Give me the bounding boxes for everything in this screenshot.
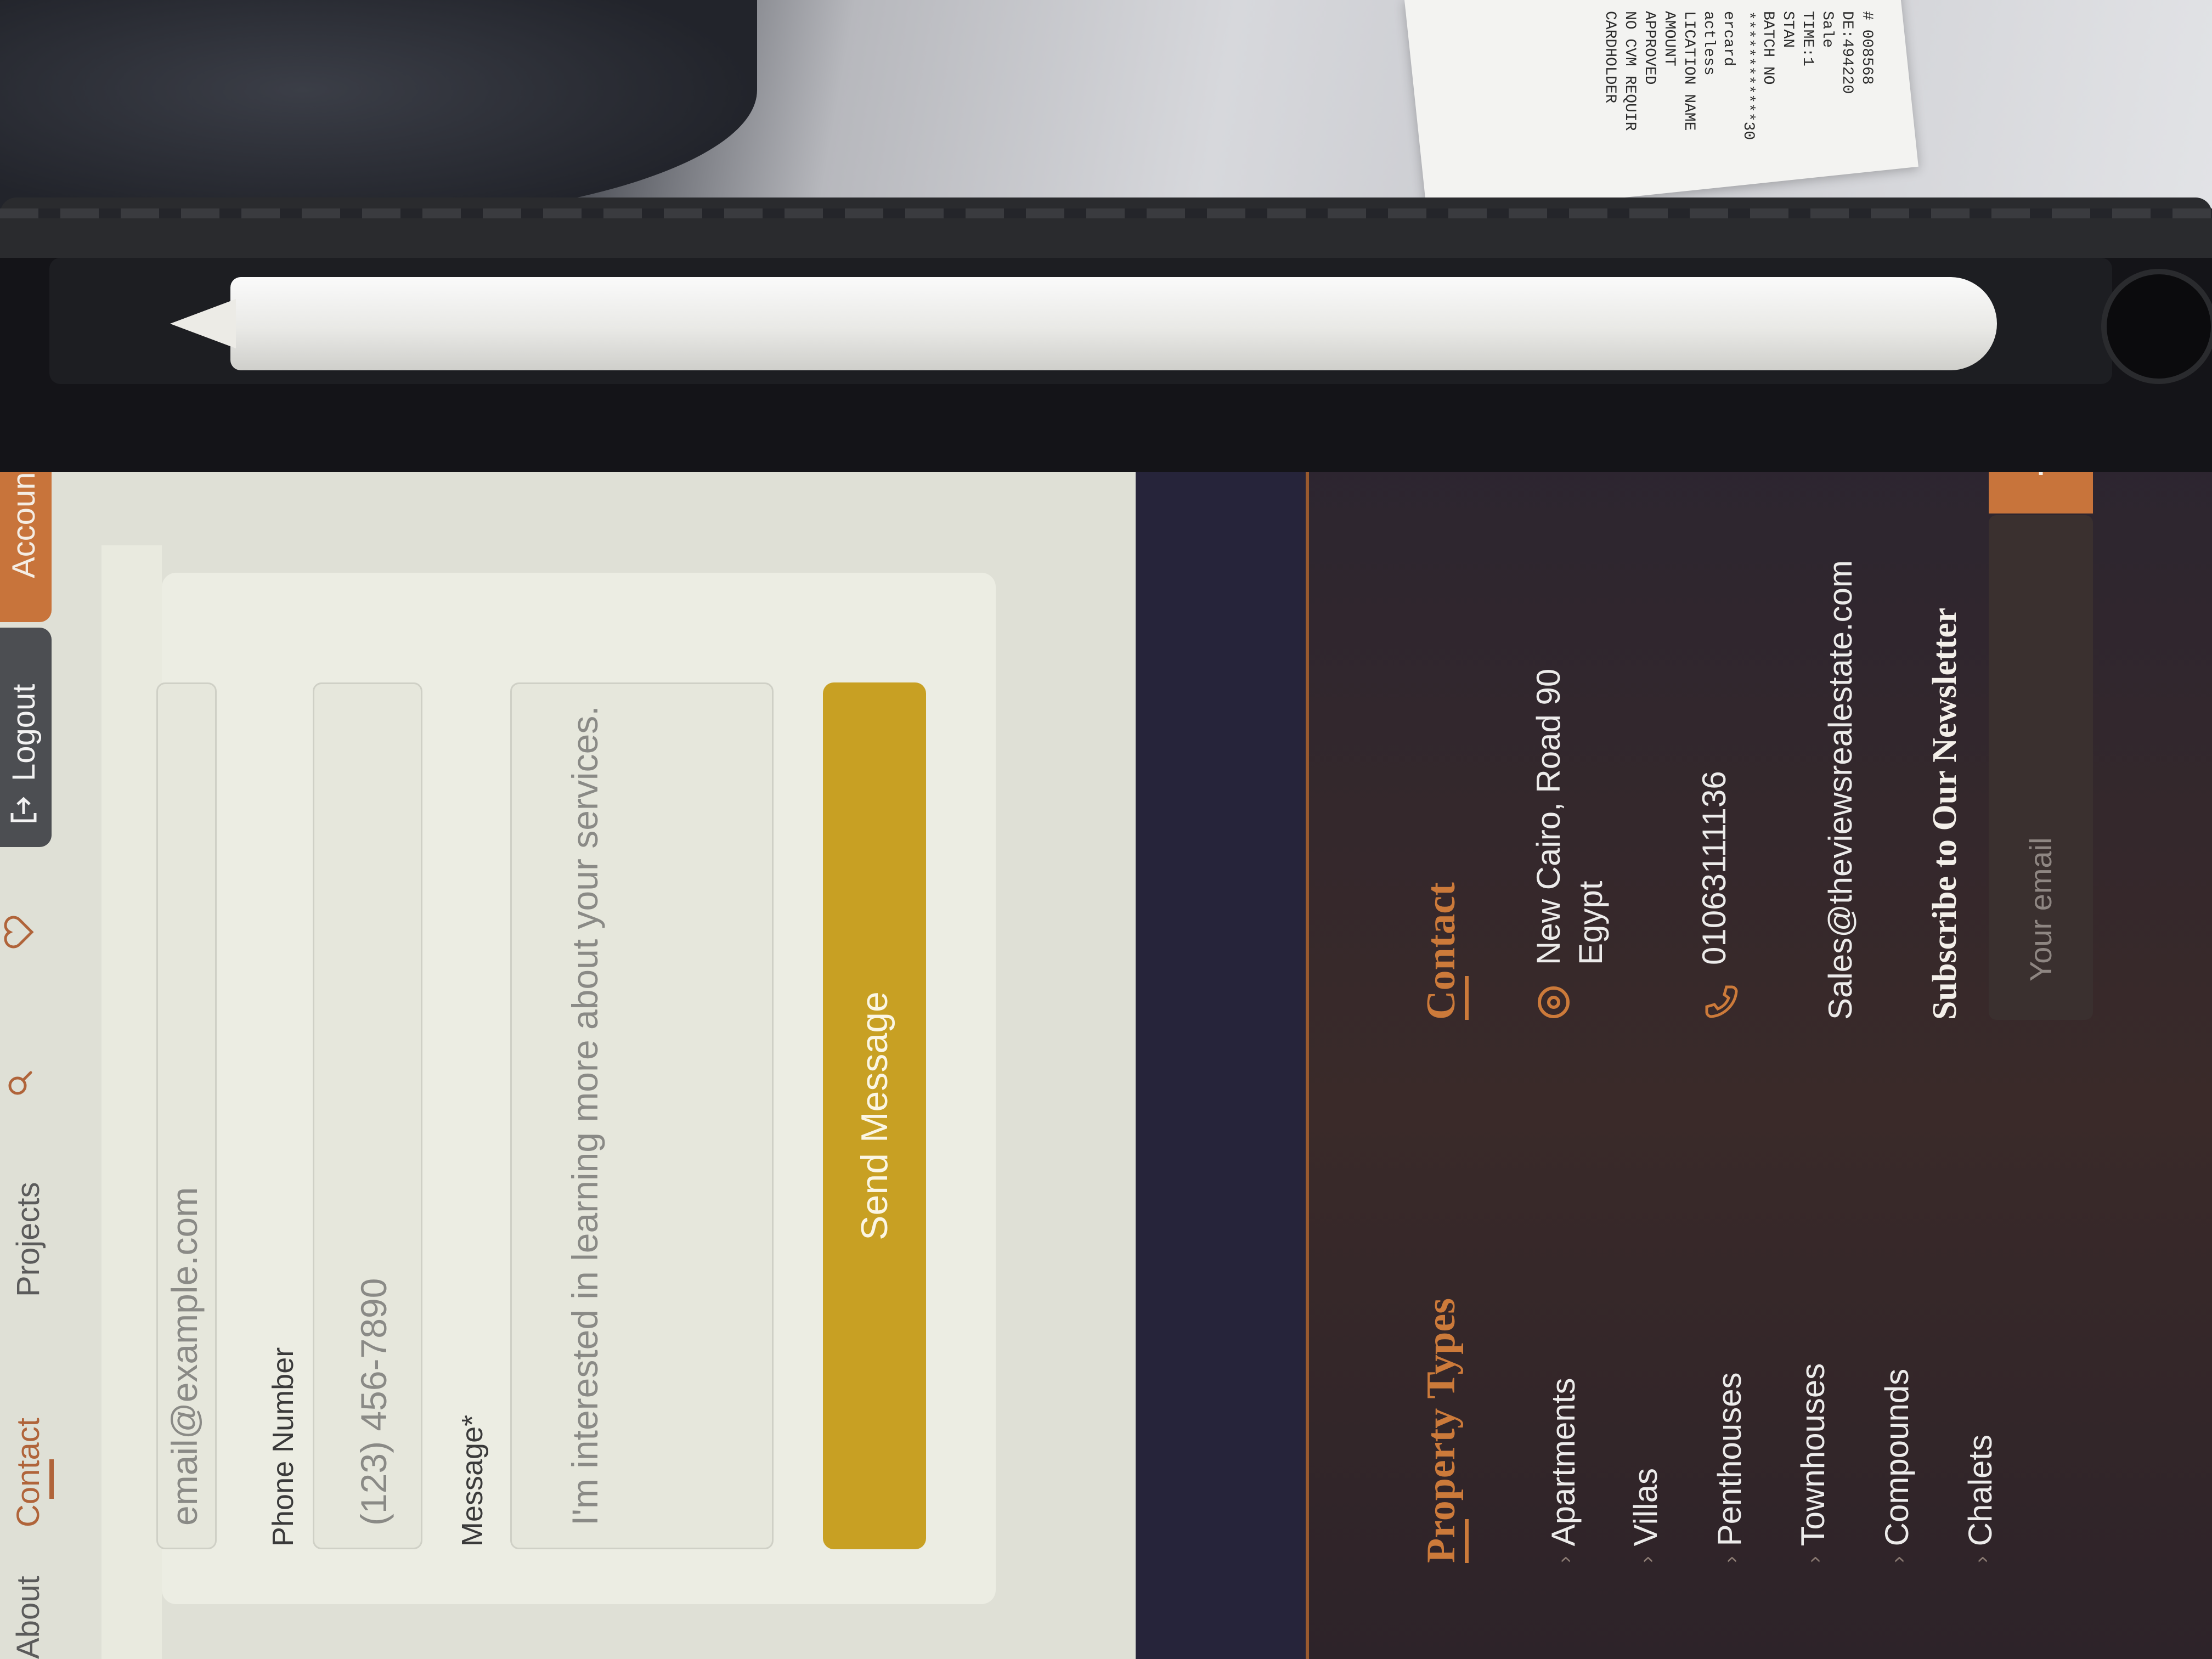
receipt-line: NO CVM REQUIR [1621,11,1638,131]
case-ridge [0,208,2212,218]
site-header: About Contact Projects Logout Account [0,472,55,1659]
heart-icon[interactable] [3,916,34,949]
logout-icon [10,797,37,822]
account-label: Account [6,472,42,578]
send-message-button[interactable]: Send Message [823,682,926,1549]
contact-heading: Contact [1419,882,1464,1020]
phone-label: Phone Number [267,1347,300,1547]
chevron-right-icon: › [1719,1556,1742,1563]
message-placeholder: I'm interested in learning more about yo… [565,706,605,1526]
website: About Contact Projects Logout Account em… [0,472,2212,1659]
newsletter-placeholder: Your email [2023,837,2058,981]
phone-placeholder: (123) 456-7890 [353,1278,394,1526]
property-type-link[interactable]: › Villas [1627,1468,1664,1563]
property-types-heading: Property Types [1419,1297,1464,1563]
nav-contact[interactable]: Contact [10,1418,47,1527]
property-type-link[interactable]: › Compounds [1878,1369,1916,1563]
property-type-link[interactable]: › Townhouses [1794,1363,1832,1563]
tablet-case [0,198,2212,263]
logout-button[interactable]: Logout [0,628,52,847]
message-label: Message* [456,1414,489,1547]
email-link[interactable]: Sales@theviewsrealestate.com [1821,560,1859,1020]
stylus-pencil [230,277,1997,370]
footer-accent-line [1306,472,1309,1659]
location-pin-icon [1538,986,1570,1018]
nav-projects[interactable]: Projects [10,1182,47,1297]
chevron-right-icon: › [1553,1556,1576,1563]
camera-cutout [2101,269,2212,384]
footer-band [1136,472,1306,1659]
receipt-line: APPROVED [1641,11,1658,85]
tablet-screen: About Contact Projects Logout Account em… [0,472,2212,1659]
arrow-right-icon [2039,472,2043,475]
address-country: Egypt [1572,881,1609,965]
property-type-label: Townhouses [1795,1363,1831,1547]
chevron-right-icon: › [1803,1556,1826,1563]
stylus-tip [170,299,236,348]
email-field[interactable]: email@example.com [156,682,217,1549]
form-background [101,545,162,1659]
newsletter-email-input[interactable]: Your email [1989,515,2093,1020]
property-type-label: Penthouses [1711,1372,1748,1547]
phone-number[interactable]: 01063111136 [1695,771,1733,965]
receipt-line: actless [1700,10,1717,76]
message-field[interactable]: I'm interested in learning more about yo… [510,682,774,1549]
search-icon[interactable] [7,1070,33,1097]
contact-form: email@example.com Phone Number (123) 456… [156,573,996,1604]
chevron-right-icon: › [1887,1556,1910,1563]
site-footer: Property Types › Apartments › Villas › Pent… [1136,472,2212,1659]
chevron-right-icon: › [1635,1556,1658,1563]
subscribe-button[interactable] [1989,472,2093,514]
property-type-link[interactable]: › Chalets [1961,1435,1999,1563]
property-type-link[interactable]: › Penthouses [1711,1372,1748,1563]
phone-field[interactable]: (123) 456-7890 [313,682,422,1549]
nav-about[interactable]: About [10,1576,47,1659]
chevron-right-icon: › [1970,1556,1993,1563]
newsletter-heading: Subscribe to Our Newsletter [1926,607,1963,1020]
account-button[interactable]: Account [0,472,52,622]
email-placeholder: email@example.com [164,1187,205,1526]
property-type-label: Chalets [1962,1434,1999,1547]
phone-icon [1705,985,1738,1018]
property-type-label: Villas [1627,1468,1664,1547]
property-type-label: Compounds [1878,1368,1915,1547]
heading-underline [1465,1519,1469,1563]
active-nav-underline [49,1459,54,1499]
logout-label: Logout [6,684,42,781]
receipt-line: AMOUNT [1661,10,1678,66]
property-type-label: Apartments [1545,1378,1582,1547]
photo-scene: # 008568 DE:494220 Sale TIME:1 STAN BATC… [0,0,2212,1659]
address-line: New Cairo, Road 90 [1530,668,1567,965]
property-type-link[interactable]: › Apartments [1544,1378,1582,1563]
receipt-line: CARDHOLDER [1601,11,1618,104]
heading-underline [1465,976,1469,1020]
receipt-line: LICATION NAME [1680,11,1697,131]
